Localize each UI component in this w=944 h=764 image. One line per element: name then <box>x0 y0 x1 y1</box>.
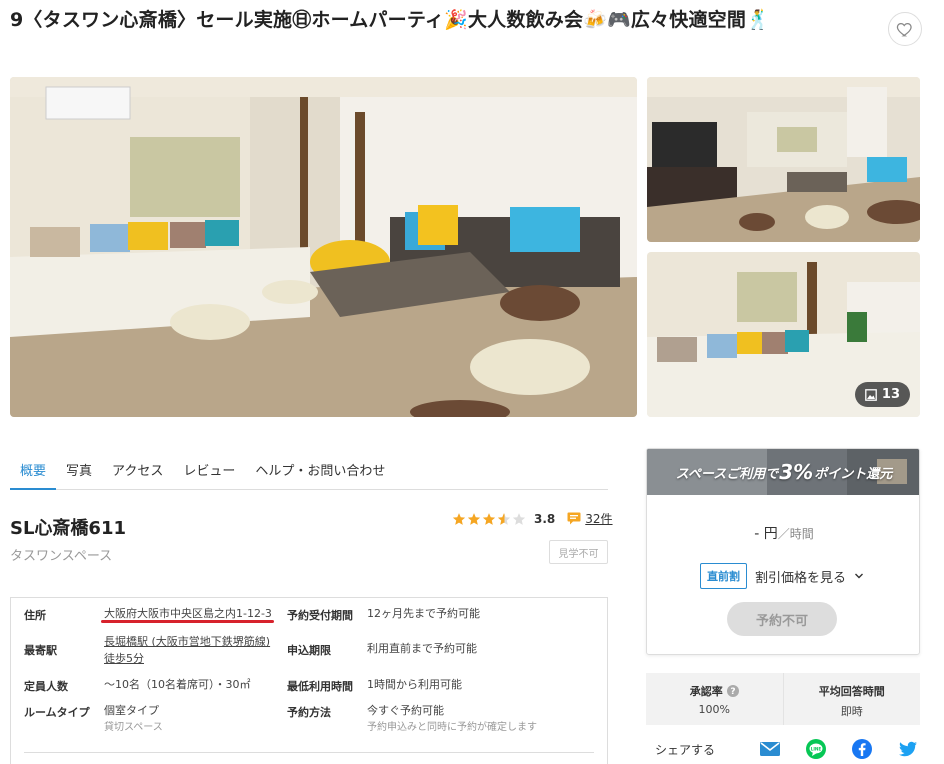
booking-method-value: 今すぐ予約可能 予約申込みと同時に予約が確定します <box>367 702 537 736</box>
station-link[interactable]: 長堀橋駅 (大阪市営地下鉄堺筋線) <box>104 635 270 648</box>
section-tabs: 概要 写真 アクセス レビュー ヘルプ・お問い合わせ <box>10 450 608 490</box>
address-underline-mark <box>101 620 274 623</box>
mail-icon[interactable] <box>759 738 781 760</box>
svg-text:?: ? <box>730 687 735 697</box>
line-icon[interactable]: LINE <box>805 738 827 760</box>
tab-help[interactable]: ヘルプ・お問い合わせ <box>245 450 395 490</box>
help-icon[interactable]: ? <box>726 685 739 697</box>
reservation-period-label: 予約受付期間 <box>287 609 353 622</box>
thumbnail-photo-2[interactable]: 13 <box>647 252 920 417</box>
favorite-button[interactable] <box>888 12 922 46</box>
nearest-station-value: 長堀橋駅 (大阪市営地下鉄堺筋線) 徒歩5分 <box>104 633 270 667</box>
details-divider <box>24 752 594 753</box>
approval-rate: 承認率 ? 100% <box>646 673 783 725</box>
min-time-value: 1時間から利用可能 <box>367 678 462 691</box>
image-icon <box>865 388 877 401</box>
booking-method-text: 今すぐ予約可能 <box>367 704 444 717</box>
price-display: - 円／時間 <box>647 523 919 543</box>
photo-count-label: 13 <box>881 387 900 402</box>
chevron-down-icon <box>855 573 864 579</box>
tab-reviews[interactable]: レビュー <box>173 450 245 490</box>
discount-link[interactable]: 割引価格を見る <box>755 567 846 586</box>
book-button[interactable]: 予約不可 <box>727 602 837 636</box>
min-time-label: 最低利用時間 <box>287 680 353 693</box>
reservation-period-value: 12ヶ月先まで予約可能 <box>367 607 480 620</box>
star-full-icon <box>467 512 481 525</box>
room-photo-thumb-1 <box>647 77 920 242</box>
thumbnail-photo-1[interactable] <box>647 77 920 242</box>
price-unit: ／時間 <box>777 527 814 541</box>
approval-rate-label: 承認率 <box>689 685 723 698</box>
visit-unavailable-badge: 見学不可 <box>549 540 608 564</box>
comment-icon <box>567 512 581 525</box>
tab-access[interactable]: アクセス <box>102 450 173 490</box>
rating-summary: 3.8 32件 <box>452 510 613 527</box>
room-type-label: ルームタイプ <box>24 706 90 719</box>
capacity-label: 定員人数 <box>24 680 68 693</box>
room-photo-main <box>10 77 637 417</box>
photo-gallery: 13 <box>10 77 920 417</box>
capacity-value: ～10名（10名着席可）・30㎡ <box>104 678 251 691</box>
nearest-station-label: 最寄駅 <box>24 644 57 657</box>
booking-card: スペースご利用で 3% ポイント還元 - 円／時間 直前割 割引価格を見る 予約… <box>646 448 920 655</box>
main-photo[interactable] <box>10 77 637 417</box>
photo-count-badge[interactable]: 13 <box>854 382 910 407</box>
tab-overview[interactable]: 概要 <box>10 450 57 490</box>
room-type-sub: 貸切スペース <box>104 722 163 733</box>
promo-percent: 3% <box>779 460 814 484</box>
owner-name[interactable]: タスワンスペース <box>10 545 112 564</box>
star-empty-icon <box>512 512 526 525</box>
listing-title: 9〈タスワン心斎橋〉セール実施㊐ホームパーティ🎉大人数飲み会🍻🎮広々快適空間🕺 <box>10 9 770 31</box>
promo-post: ポイント還元 <box>814 466 893 482</box>
star-full-icon <box>452 512 466 525</box>
host-stats: 承認率 ? 100% 平均回答時間 即時 <box>646 673 920 725</box>
response-time-label: 平均回答時間 <box>818 685 885 698</box>
review-count-link[interactable]: 32件 <box>585 510 612 527</box>
approval-rate-value: 100% <box>698 703 730 716</box>
last-minute-badge: 直前割 <box>700 563 747 589</box>
share-label: シェアする <box>655 742 716 757</box>
facebook-icon[interactable] <box>851 738 873 760</box>
booking-method-label: 予約方法 <box>287 706 331 719</box>
apply-deadline-label: 申込期限 <box>287 644 331 657</box>
twitter-icon[interactable] <box>897 738 919 760</box>
room-type-text: 個室タイプ <box>104 704 159 717</box>
space-name: SL心斎橋611 <box>10 518 127 539</box>
booking-method-sub: 予約申込みと同時に予約が確定します <box>367 722 537 733</box>
response-time-value: 即時 <box>840 705 863 718</box>
share-bar: シェアする LINE <box>655 738 920 760</box>
discount-toggle[interactable]: 直前割 割引価格を見る <box>700 563 864 589</box>
points-promo-banner[interactable]: スペースご利用で 3% ポイント還元 <box>647 449 919 495</box>
promo-pre: スペースご利用で <box>675 466 779 482</box>
star-half-icon <box>497 512 511 525</box>
svg-text:LINE: LINE <box>811 746 822 751</box>
response-time: 平均回答時間 即時 <box>782 673 921 725</box>
price-value: - 円 <box>754 526 778 542</box>
star-rating <box>452 512 526 526</box>
tab-photos[interactable]: 写真 <box>56 450 102 490</box>
address-label: 住所 <box>24 609 46 622</box>
station-walk-link[interactable]: 徒歩5分 <box>104 652 144 665</box>
rating-value: 3.8 <box>534 511 556 526</box>
star-full-icon <box>482 512 496 525</box>
room-type-value: 個室タイプ 貸切スペース <box>104 702 163 736</box>
apply-deadline-value: 利用直前まで予約可能 <box>367 642 477 655</box>
heart-icon <box>896 22 912 37</box>
